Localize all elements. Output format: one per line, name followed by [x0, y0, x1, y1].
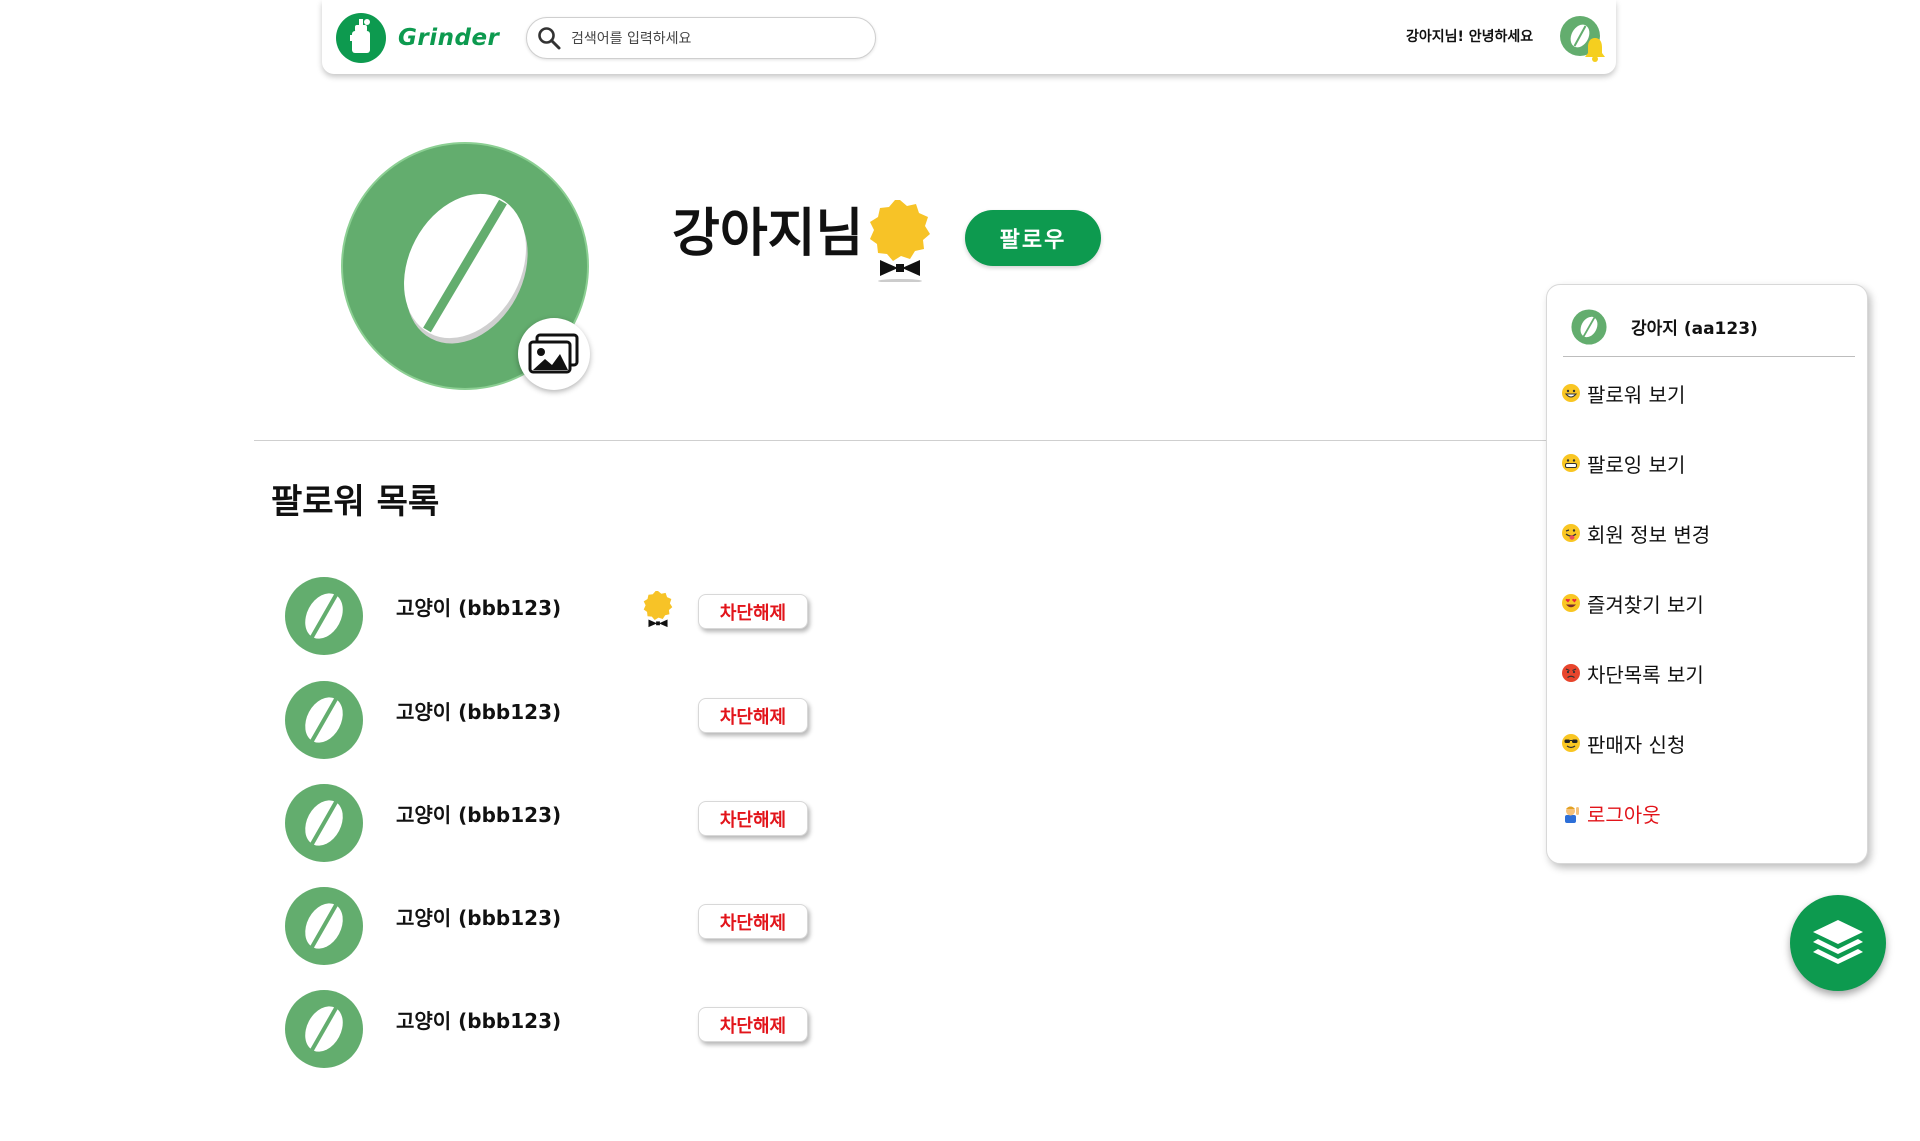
- sunglasses-emoji-icon: [1562, 734, 1580, 752]
- unblock-button[interactable]: 차단해제: [698, 594, 808, 629]
- grin-emoji-icon: [1562, 384, 1580, 402]
- seller-badge-icon: [643, 590, 673, 628]
- follower-list-title: 팔로워 목록: [271, 482, 440, 522]
- follower-avatar[interactable]: [284, 989, 364, 1069]
- menu-item-label: 즐겨찾기 보기: [1587, 592, 1704, 617]
- menu-item-label: 판매자 신청: [1587, 732, 1686, 757]
- menu-item-seller-apply[interactable]: 판매자 신청: [1561, 725, 1685, 761]
- follower-avatar[interactable]: [284, 886, 364, 966]
- user-dropdown-menu: 강아지 (aa123) 팔로워 보기 팔로잉 보기 회원 정보 변경 즐겨찾기 …: [1546, 284, 1868, 864]
- menu-divider: [1563, 356, 1855, 357]
- follower-name[interactable]: 고양이 (bbb123): [396, 902, 561, 931]
- follower-row: 고양이 (bbb123) 차단해제: [280, 576, 840, 656]
- layers-fab-button[interactable]: [1790, 895, 1886, 991]
- unblock-button[interactable]: 차단해제: [698, 904, 808, 939]
- menu-item-edit-profile[interactable]: 회원 정보 변경: [1561, 515, 1710, 551]
- top-header: Grinder 강아지님! 안녕하세요: [322, 0, 1616, 74]
- follower-avatar[interactable]: [284, 576, 364, 656]
- follower-name[interactable]: 고양이 (bbb123): [396, 592, 561, 621]
- search-icon[interactable]: [536, 25, 562, 51]
- menu-item-label: 팔로잉 보기: [1587, 452, 1686, 477]
- follower-avatar[interactable]: [284, 783, 364, 863]
- menu-user-header[interactable]: 강아지 (aa123): [1547, 285, 1867, 357]
- follower-row: 고양이 (bbb123) 차단해제: [280, 886, 840, 966]
- follower-name[interactable]: 고양이 (bbb123): [396, 1005, 561, 1034]
- follower-row: 고양이 (bbb123) 차단해제: [280, 989, 840, 1069]
- menu-item-following[interactable]: 팔로잉 보기: [1561, 445, 1685, 481]
- layers-icon: [1813, 920, 1863, 964]
- waving-person-icon: [1565, 806, 1579, 823]
- menu-item-blocked[interactable]: 차단목록 보기: [1561, 655, 1704, 691]
- search-input[interactable]: [571, 27, 861, 51]
- angry-emoji-icon: [1562, 664, 1580, 682]
- follower-row: 고양이 (bbb123) 차단해제: [280, 783, 840, 863]
- unblock-button[interactable]: 차단해제: [698, 801, 808, 836]
- menu-item-logout[interactable]: 로그아웃: [1561, 795, 1661, 831]
- follower-row: 고양이 (bbb123) 차단해제: [280, 680, 840, 760]
- follower-avatar[interactable]: [284, 680, 364, 760]
- menu-user-name: 강아지 (aa123): [1631, 319, 1758, 339]
- follower-name[interactable]: 고양이 (bbb123): [396, 799, 561, 828]
- section-divider: [254, 440, 1554, 441]
- unblock-button[interactable]: 차단해제: [698, 1007, 808, 1042]
- follow-button[interactable]: 팔로우: [965, 210, 1101, 266]
- grimace-emoji-icon: [1562, 454, 1580, 472]
- menu-item-label: 차단목록 보기: [1587, 662, 1704, 687]
- unblock-button[interactable]: 차단해제: [698, 698, 808, 733]
- change-photo-button[interactable]: [518, 318, 590, 390]
- menu-item-followers[interactable]: 팔로워 보기: [1561, 375, 1685, 411]
- menu-user-avatar: [1571, 309, 1607, 345]
- menu-item-label: 로그아웃: [1587, 802, 1661, 827]
- menu-item-label: 회원 정보 변경: [1587, 522, 1711, 547]
- image-gallery-icon: [528, 333, 579, 374]
- brand-name: Grinder: [398, 25, 500, 51]
- seller-badge-icon: [870, 200, 930, 282]
- greeting-text: 강아지님! 안녕하세요: [1406, 29, 1534, 45]
- search-bar: [526, 17, 876, 59]
- notification-bell-icon[interactable]: [1584, 36, 1606, 62]
- grinder-logo-icon: [336, 13, 386, 63]
- menu-item-label: 팔로워 보기: [1587, 382, 1686, 407]
- profile-name: 강아지님: [672, 204, 864, 264]
- follower-name[interactable]: 고양이 (bbb123): [396, 696, 561, 725]
- menu-item-favorites[interactable]: 즐겨찾기 보기: [1561, 585, 1704, 621]
- heart-eyes-emoji-icon: [1562, 594, 1580, 612]
- brand-logo[interactable]: Grinder: [336, 13, 499, 63]
- tongue-emoji-icon: [1562, 524, 1580, 542]
